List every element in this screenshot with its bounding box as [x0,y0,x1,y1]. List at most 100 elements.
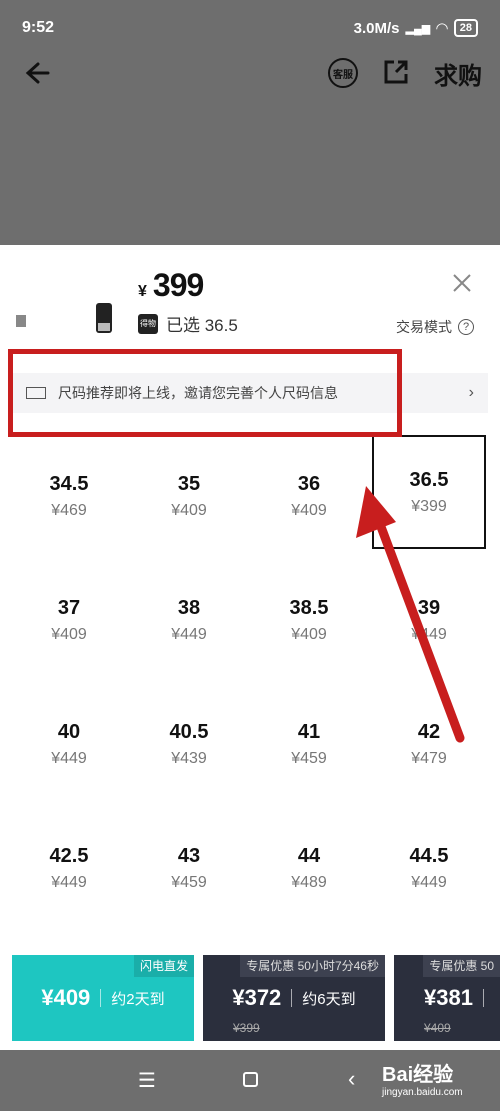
status-right: 3.0M/s ▂▄▆ ◠ 28 [354,19,478,37]
selected-size-label: 已选 36.5 [166,316,238,335]
option-eta: 约6天到 [302,990,356,1008]
size-value: 39 [417,596,441,619]
size-value: 41 [297,720,321,743]
option-old-price: ¥409 [424,1021,451,1035]
share-icon[interactable] [382,58,410,86]
size-cell[interactable]: 34.5 ¥469 [12,441,126,551]
option-eta: 约2天到 [111,990,165,1008]
menu-icon[interactable]: ☰ [138,1068,156,1093]
size-cell[interactable]: 39 ¥449 [372,565,486,675]
size-cell[interactable]: 35 ¥409 [132,441,246,551]
buy-option-discount-2[interactable]: 专属优惠 50 ¥381 ¥409 [394,955,500,1041]
trade-mode-link[interactable]: 交易模式 ? [396,317,474,337]
back-icon[interactable]: ‹ [348,1066,355,1092]
battery-indicator: 28 [453,19,478,37]
watermark-url: jingyan.baidu.com [382,1087,463,1098]
size-value: 43 [177,844,201,867]
want-to-buy-button[interactable]: 求购 [434,56,482,91]
size-value: 38.5 [289,596,329,619]
status-time: 9:52 [22,19,55,36]
size-cell[interactable]: 37 ¥409 [12,565,126,675]
size-cell[interactable]: 40.5 ¥439 [132,689,246,799]
top-bar: 客服 求购 [0,50,500,100]
home-icon[interactable] [243,1072,258,1087]
option-divider [482,989,484,1007]
watermark-brand: Bai经验 [382,1064,454,1086]
size-cell[interactable]: 38.5 ¥409 [252,565,366,675]
signal-icon: ▂▄▆ [405,22,431,35]
currency-symbol: ¥ [138,283,147,300]
option-main: ¥409 约2天到 [12,985,194,1011]
size-value: 44.5 [409,844,449,867]
size-price: ¥449 [51,749,87,767]
price-row: ¥ 399 [138,267,204,304]
trade-mode-label: 交易模式 [396,319,452,335]
size-cell[interactable]: 40 ¥449 [12,689,126,799]
size-price: ¥449 [411,873,447,891]
option-tag: 专属优惠 50小时7分46秒 [240,955,385,977]
buy-option-flash[interactable]: 闪电直发 ¥409 约2天到 [12,955,194,1041]
buy-option-discount[interactable]: 专属优惠 50小时7分46秒 ¥372 约6天到 ¥399 [203,955,385,1041]
system-nav-bar: ☰ ‹ Bai经验 jingyan.baidu.com [0,1050,500,1111]
size-price: ¥409 [51,625,87,643]
size-value: 40 [57,720,81,743]
size-cell[interactable]: 42 ¥479 [372,689,486,799]
size-value: 37 [57,596,81,619]
size-price: ¥479 [411,749,447,767]
size-cell[interactable]: 38 ¥449 [132,565,246,675]
size-price: ¥439 [171,749,207,767]
size-value: 42 [417,720,441,743]
option-main: ¥372 约6天到 [203,985,385,1011]
annotation-highlight-box [8,349,402,437]
size-price: ¥489 [291,873,327,891]
size-value: 40.5 [169,720,209,743]
current-price: 399 [152,267,204,303]
network-speed: 3.0M/s [353,19,400,37]
size-cell[interactable]: 36 ¥409 [252,441,366,551]
size-value: 42.5 [49,844,89,867]
dewu-logo-icon: 得物 [138,313,158,334]
size-price: ¥469 [51,501,87,519]
option-price: ¥409 [41,985,91,1010]
size-price: ¥459 [291,749,327,767]
customer-service-button[interactable]: 客服 [328,58,358,88]
size-cell-selected[interactable]: 36.5 ¥399 [372,435,486,549]
size-price: ¥449 [171,625,207,643]
option-price: ¥372 [232,985,282,1010]
option-divider [100,989,102,1007]
option-tag: 专属优惠 50 [423,955,500,977]
size-cell[interactable]: 41 ¥459 [252,689,366,799]
size-value: 34.5 [49,472,89,495]
size-price: ¥449 [51,873,87,891]
option-main: ¥381 [394,985,500,1011]
size-price: ¥399 [411,497,447,515]
selected-size-row: 得物 已选 36.5 [138,311,238,336]
close-icon[interactable] [452,273,472,293]
size-cell[interactable]: 44.5 ¥449 [372,813,486,923]
product-thumbnail [16,303,112,333]
back-arrow-icon[interactable] [22,58,52,88]
size-value: 35 [177,472,201,495]
chevron-right-icon: › [468,384,474,401]
wifi-icon: ◠ [436,20,448,37]
size-cell[interactable]: 43 ¥459 [132,813,246,923]
option-divider [291,989,293,1007]
size-price: ¥409 [291,501,327,519]
size-price: ¥449 [411,625,447,643]
option-old-price: ¥399 [233,1021,260,1035]
size-cell[interactable]: 44 ¥489 [252,813,366,923]
option-price: ¥381 [424,985,473,1010]
option-tag: 闪电直发 [133,955,194,977]
size-value: 38 [177,596,201,619]
size-value: 36.5 [409,468,449,491]
baidu-watermark: Bai经验 jingyan.baidu.com [382,1058,463,1098]
purchase-options-strip: 闪电直发 ¥409 约2天到 专属优惠 50小时7分46秒 ¥372 约6天到 … [0,945,500,1050]
size-cell[interactable]: 42.5 ¥449 [12,813,126,923]
size-price: ¥459 [171,873,207,891]
size-value: 36 [297,472,321,495]
size-price: ¥409 [171,501,207,519]
size-value: 44 [297,844,321,867]
help-icon: ? [458,319,474,335]
status-bar: 9:52 3.0M/s ▂▄▆ ◠ 28 [0,0,500,56]
size-price: ¥409 [291,625,327,643]
